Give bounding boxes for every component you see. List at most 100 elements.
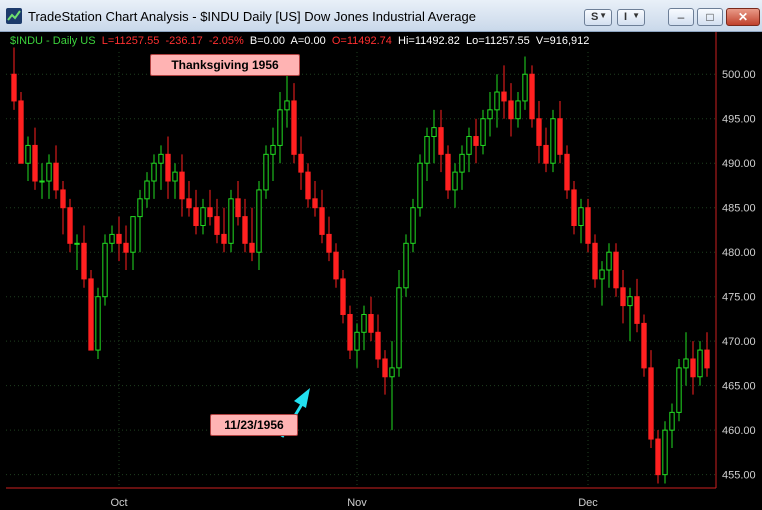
candle [375,314,381,368]
candle-body [599,269,605,280]
candle-body [277,109,283,146]
candle [704,332,710,377]
candle [410,198,416,253]
status-symbol: $INDU - Daily US [10,35,96,47]
window-titlebar[interactable]: TradeStation Chart Analysis - $INDU Dail… [0,0,762,32]
candle-body [88,278,94,351]
candle-body [95,296,101,351]
arrow-head-icon [294,388,310,408]
candle [46,154,52,199]
status-pct: -2.05% [208,35,244,47]
candle-body [438,127,444,155]
candle-body [109,233,115,244]
candle [620,270,626,324]
candle [564,145,570,199]
x-tick-label: Nov [347,497,367,509]
candle [522,56,528,110]
candle [683,332,689,386]
candle-body [501,91,507,102]
candle-body [452,171,458,191]
candle [403,234,409,297]
candle-body [480,118,486,146]
maximize-button[interactable]: □ [697,8,723,26]
minimize-button[interactable]: – [668,8,694,26]
status-low: Lo=11257.55 [466,35,530,47]
thanksgiving-callout: Thanksgiving 1956 [150,54,300,76]
y-tick-label: 455.00 [722,470,756,482]
candle [200,198,206,235]
candle-body [648,367,654,440]
candle-body [67,207,73,244]
candle-body [333,251,339,280]
candle-body [557,118,563,155]
candle [417,154,423,217]
candle [697,341,703,386]
candle-body [158,153,164,164]
candle-body [473,136,479,146]
candle [67,198,73,253]
candle [613,243,619,297]
candle-body [620,287,626,307]
candle [606,243,612,288]
candle-body [466,136,472,155]
candle [228,189,234,253]
candle [515,92,521,128]
candle-body [662,429,668,476]
candle [319,189,325,244]
candle-body [193,207,199,227]
candle-body [508,100,514,120]
candle [669,403,675,448]
candle [641,314,647,377]
candle [445,145,451,199]
candle [592,234,598,288]
candle-body [200,207,206,227]
y-tick-label: 460.00 [722,425,756,437]
candle-body [354,331,360,351]
candle-body [564,153,570,191]
y-tick-label: 465.00 [722,381,756,393]
price-chart[interactable]: 500.00 495.00 490.00 485.00 480.00 475.00 470.… [0,32,762,510]
candle [459,145,465,190]
close-button[interactable]: ✕ [726,8,760,26]
status-change: -236.17 [165,35,203,47]
candle-body [585,207,591,244]
candle [25,136,31,182]
candle [361,305,367,351]
candle-body [249,242,255,253]
candle [368,296,374,342]
candle-body [655,438,661,476]
candle-body [410,207,416,244]
candle-body [445,153,451,191]
candle [270,127,276,182]
candle [60,181,66,235]
date-callout: 11/23/1956 [210,414,298,436]
candle-body [319,207,325,235]
candle [676,358,682,422]
candle [494,74,500,128]
candle [305,163,311,208]
status-last: L=11257.55 [101,35,160,47]
x-tick-label: Dec [578,497,598,509]
candle [354,323,360,368]
candle-body [242,216,248,244]
candle [109,225,115,253]
i-menu-button[interactable]: I ▼ [617,9,645,26]
candle-body [270,144,276,155]
maximize-icon: □ [706,10,714,24]
candle-body [32,144,38,182]
candle-body [102,242,108,298]
candle-body [494,91,500,111]
candle-body [123,242,129,253]
candle [431,109,437,164]
candle [333,243,339,288]
candle [102,234,108,306]
s-menu-button[interactable]: S ▼ [584,9,612,26]
candle [214,198,220,244]
y-tick-label: 500.00 [722,69,756,81]
status-volume: V=916,912 [535,35,590,47]
status-ask: A=0.00 [290,35,326,47]
candle-body [396,287,402,369]
candle [655,430,661,484]
candle [18,92,24,164]
candle [487,92,493,137]
